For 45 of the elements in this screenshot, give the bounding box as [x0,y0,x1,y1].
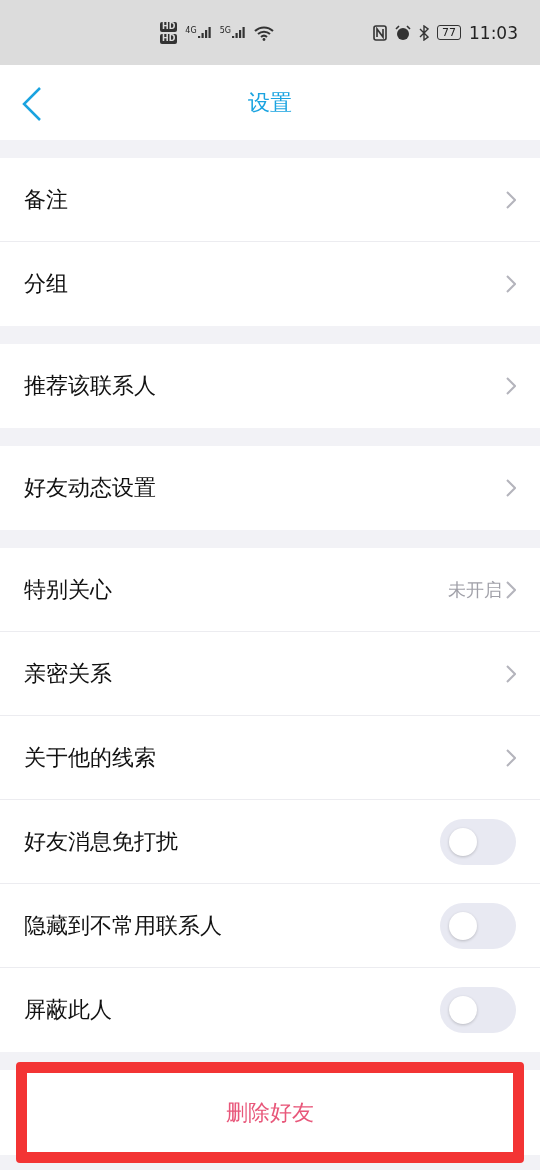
settings-row[interactable]: 分组 [0,242,540,326]
signal-icon [231,25,246,40]
wifi-icon [253,24,274,41]
toggle-switch[interactable] [440,987,516,1033]
network-label: 4G [185,25,197,35]
sim-label: HD [160,21,178,32]
row-label: 隐藏到不常用联系人 [24,911,223,940]
chevron-icon [506,580,516,599]
row-label: 特别关心 [24,575,113,604]
clock-time: 11:03 [469,22,518,43]
alarm-icon [395,24,411,41]
chevron-icon [506,664,516,683]
chevron-icon [506,748,516,767]
settings-row[interactable]: 亲密关系 [0,632,540,716]
settings-row[interactable]: 备注 [0,158,540,242]
network-label: 5G [219,25,231,35]
back-icon[interactable] [22,87,42,121]
settings-row[interactable]: 好友消息免打扰 [0,800,540,884]
nfc-icon [373,24,387,41]
settings-row[interactable]: 特别关心 未开启 [0,548,540,632]
row-label: 备注 [24,185,69,214]
signal-icon [197,25,212,40]
row-label: 好友动态设置 [24,474,157,502]
sim-label: HD [160,33,178,44]
row-label: 分组 [24,270,69,298]
chevron-icon [506,479,516,497]
page-title: 设置 [248,88,292,117]
row-label: 亲密关系 [24,659,113,688]
settings-row[interactable]: 好友动态设置 [0,446,540,530]
row-label: 屏蔽此人 [24,996,113,1024]
settings-row[interactable]: 推荐该联系人 [0,344,540,428]
chevron-icon [506,275,516,293]
settings-row[interactable]: 屏蔽此人 [0,968,540,1052]
settings-row[interactable]: 关于他的线索 [0,716,540,800]
chevron-icon [506,190,516,209]
row-label: 推荐该联系人 [24,372,157,400]
toggle-switch[interactable] [440,818,516,865]
bluetooth-icon [419,24,429,41]
chevron-icon [506,377,516,395]
settings-row[interactable]: 隐藏到不常用联系人 [0,884,540,968]
row-label: 好友消息免打扰 [24,827,179,856]
toggle-switch[interactable] [440,902,516,949]
row-value: 未开启 [448,577,502,602]
battery-level: 77 [437,25,461,40]
row-label: 关于他的线索 [24,743,157,772]
